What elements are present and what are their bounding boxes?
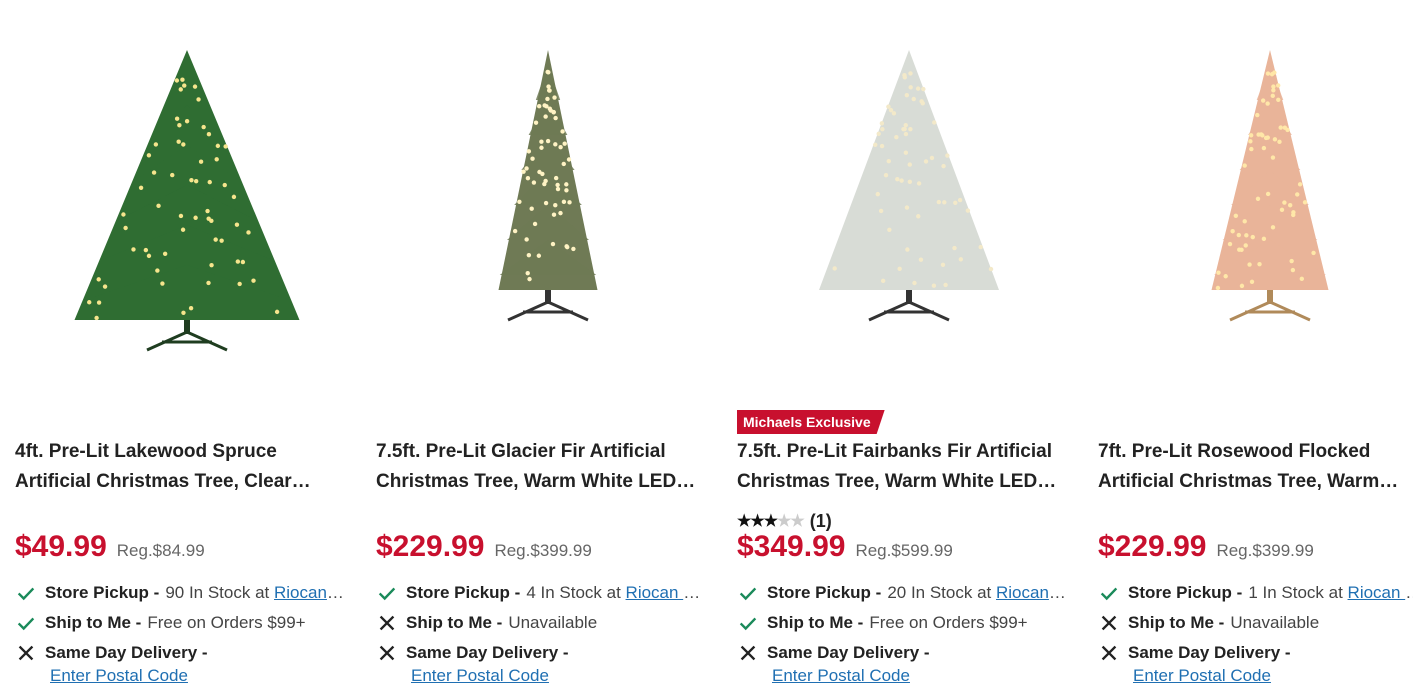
product-card[interactable]: 7.5ft. Pre-Lit Glacier Fir Artificial Ch…	[376, 0, 721, 693]
ship-to-me-label: Ship to Me -	[767, 613, 864, 632]
store-pickup-label: Store Pickup -	[45, 583, 160, 602]
product-title[interactable]: 7ft. Pre-Lit Rosewood Flocked Artificial…	[1098, 437, 1413, 497]
same-day-delivery-option: Same Day Delivery -	[376, 640, 706, 666]
same-day-delivery-label: Same Day Delivery -	[767, 643, 930, 662]
check-icon	[17, 587, 35, 601]
same-day-delivery-option: Same Day Delivery -	[1098, 640, 1413, 666]
ship-status: Free on Orders $99+	[147, 613, 306, 632]
christmas-tree-icon	[819, 50, 999, 322]
product-image[interactable]	[737, 40, 1082, 370]
ship-to-me-label: Ship to Me -	[1128, 613, 1225, 632]
store-pickup-option: Store Pickup - 1 In Stock at Riocan Centr…	[1098, 580, 1413, 606]
close-icon	[379, 615, 395, 631]
store-link[interactable]: Riocan Centre	[274, 583, 345, 602]
product-card[interactable]: 4ft. Pre-Lit Lakewood Spruce Artificial …	[15, 0, 360, 693]
product-image[interactable]	[15, 40, 360, 370]
review-count: (1)	[809, 510, 832, 531]
christmas-tree-icon	[1211, 50, 1329, 322]
check-icon	[378, 587, 396, 601]
ship-to-me-option: Ship to Me - Free on Orders $99+	[15, 610, 345, 636]
sale-price: $49.99	[15, 530, 107, 563]
same-day-delivery-label: Same Day Delivery -	[406, 643, 569, 662]
close-icon	[740, 645, 756, 661]
same-day-delivery-label: Same Day Delivery -	[1128, 643, 1291, 662]
store-link[interactable]: Riocan Centre	[996, 583, 1067, 602]
store-pickup-option: Store Pickup - 90 In Stock at Riocan Cent…	[15, 580, 345, 606]
product-grid: 4ft. Pre-Lit Lakewood Spruce Artificial …	[0, 0, 1413, 693]
ship-to-me-option: Ship to Me - Free on Orders $99+	[737, 610, 1067, 636]
star-rating-icon: ★★★★★	[737, 513, 805, 530]
regular-price: Reg.$399.99	[1216, 541, 1314, 560]
stock-text: 20 In Stock at	[887, 583, 996, 602]
sale-price: $229.99	[376, 530, 485, 563]
stock-text: 1 In Stock at	[1248, 583, 1348, 602]
enter-postal-code-link[interactable]: Enter Postal Code	[50, 666, 188, 686]
product-image[interactable]	[1098, 40, 1413, 370]
ship-to-me-option: Ship to Me - Unavailable	[376, 610, 706, 636]
check-icon	[739, 617, 757, 631]
stock-text: 4 In Stock at	[526, 583, 626, 602]
product-card[interactable]: 7ft. Pre-Lit Rosewood Flocked Artificial…	[1098, 0, 1413, 693]
product-title[interactable]: 7.5ft. Pre-Lit Fairbanks Fir Artificial …	[737, 437, 1067, 497]
exclusive-badge: Michaels Exclusive	[737, 410, 885, 434]
same-day-delivery-option: Same Day Delivery -	[737, 640, 1067, 666]
close-icon	[18, 645, 34, 661]
store-pickup-option: Store Pickup - 4 In Stock at Riocan Centr…	[376, 580, 706, 606]
ship-to-me-label: Ship to Me -	[406, 613, 503, 632]
product-title[interactable]: 4ft. Pre-Lit Lakewood Spruce Artificial …	[15, 437, 345, 497]
store-pickup-label: Store Pickup -	[767, 583, 882, 602]
ship-status: Unavailable	[1230, 613, 1320, 632]
store-link[interactable]: Riocan Centre	[626, 583, 706, 602]
regular-price: Reg.$399.99	[494, 541, 592, 560]
close-icon	[379, 645, 395, 661]
enter-postal-code-link[interactable]: Enter Postal Code	[772, 666, 910, 686]
close-icon	[1101, 645, 1117, 661]
stock-text: 90 In Stock at	[165, 583, 274, 602]
regular-price: Reg.$599.99	[855, 541, 953, 560]
ship-to-me-option: Ship to Me - Unavailable	[1098, 610, 1413, 636]
christmas-tree-icon	[498, 50, 598, 322]
same-day-delivery-option: Same Day Delivery -	[15, 640, 345, 666]
store-link[interactable]: Riocan Centre	[1348, 583, 1413, 602]
rating[interactable]: ★★★★★ (1)	[737, 510, 832, 532]
price-row: $49.99 Reg.$84.99	[15, 530, 205, 564]
sale-price: $349.99	[737, 530, 846, 563]
store-pickup-label: Store Pickup -	[406, 583, 521, 602]
price-row: $229.99 Reg.$399.99	[376, 530, 592, 564]
enter-postal-code-link[interactable]: Enter Postal Code	[411, 666, 549, 686]
check-icon	[1100, 587, 1118, 601]
product-title[interactable]: 7.5ft. Pre-Lit Glacier Fir Artificial Ch…	[376, 437, 706, 497]
store-pickup-label: Store Pickup -	[1128, 583, 1243, 602]
enter-postal-code-link[interactable]: Enter Postal Code	[1133, 666, 1271, 686]
same-day-delivery-label: Same Day Delivery -	[45, 643, 208, 662]
ship-status: Free on Orders $99+	[869, 613, 1028, 632]
check-icon	[17, 617, 35, 631]
store-pickup-option: Store Pickup - 20 In Stock at Riocan Cent…	[737, 580, 1067, 606]
product-card[interactable]: Michaels Exclusive 7.5ft. Pre-Lit Fairban…	[737, 0, 1082, 693]
price-row: $349.99 Reg.$599.99	[737, 530, 953, 564]
product-image[interactable]	[376, 40, 721, 370]
price-row: $229.99 Reg.$399.99	[1098, 530, 1314, 564]
ship-to-me-label: Ship to Me -	[45, 613, 142, 632]
close-icon	[1101, 615, 1117, 631]
christmas-tree-icon	[74, 50, 300, 352]
sale-price: $229.99	[1098, 530, 1207, 563]
check-icon	[739, 587, 757, 601]
regular-price: Reg.$84.99	[116, 541, 205, 560]
ship-status: Unavailable	[508, 613, 598, 632]
